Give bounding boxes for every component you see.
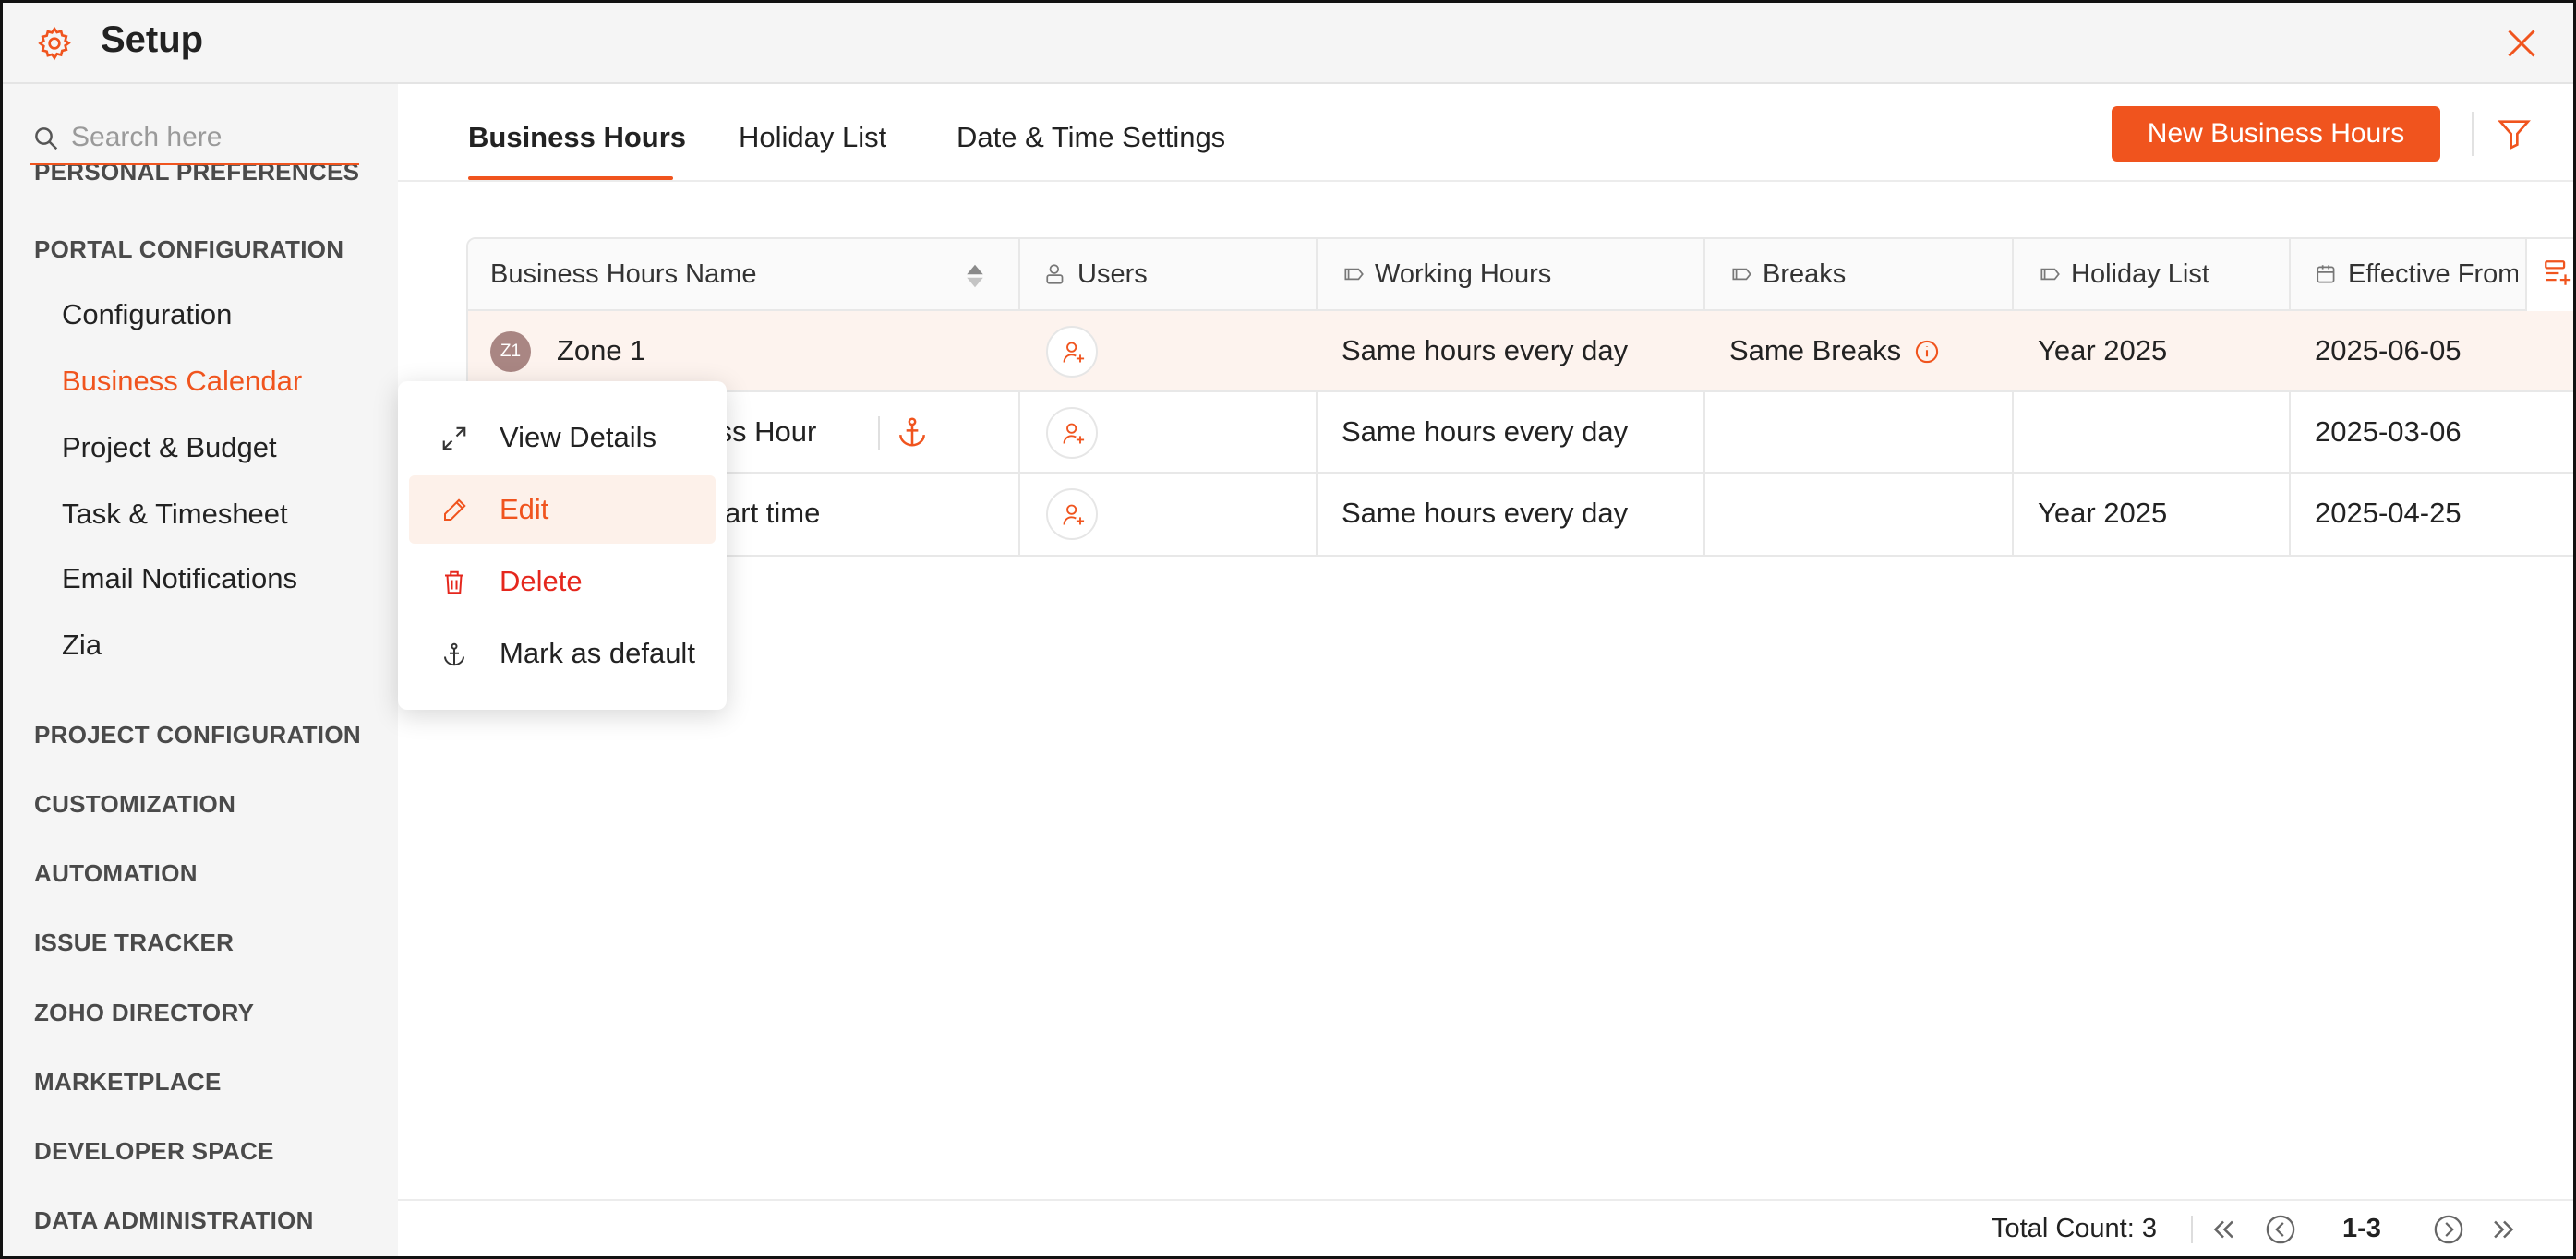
trash-icon [445, 570, 463, 594]
effective-from-value: 2025-06-05 [2315, 334, 2462, 366]
menu-item-delete[interactable]: Delete [409, 547, 716, 616]
sidebar-item-configuration[interactable]: Configuration [62, 298, 232, 331]
tab-bar: Business Hours Holiday List Date & Time … [398, 84, 2573, 182]
sidebar-item-zia[interactable]: Zia [62, 629, 102, 662]
tab-date-time-settings[interactable]: Date & Time Settings [957, 121, 1225, 154]
gear-icon [38, 26, 71, 61]
holiday-list-value: Year 2025 [2038, 334, 2168, 366]
add-user-icon [1063, 423, 1085, 444]
sidebar-heading-issue-tracker[interactable]: ISSUE TRACKER [34, 929, 234, 957]
sidebar-heading-marketplace[interactable]: MARKETPLACE [34, 1068, 222, 1097]
working-hours-value: Same hours every day [1342, 415, 1629, 448]
sidebar-heading-data-administration[interactable]: DATA ADMINISTRATION [34, 1206, 314, 1235]
anchor-icon [444, 642, 464, 666]
app-window: Setup PERSONAL PREFERENCES PORTAL CONFIG… [0, 0, 2576, 1259]
table-row[interactable]: ness Hour Same hours every day 2025-03-0… [468, 392, 2573, 474]
effective-from-value: 2025-04-25 [2315, 497, 2462, 529]
column-header-users[interactable]: Users [1044, 239, 1321, 311]
table-row[interactable]: art time Same hours every day Year 2025 … [468, 474, 2573, 555]
users-column-icon [1046, 264, 1064, 284]
menu-item-view-details[interactable]: View Details [409, 403, 716, 472]
working-hours-value: Same hours every day [1342, 334, 1629, 366]
add-user-icon [1063, 342, 1085, 363]
expand-icon [442, 426, 466, 450]
sidebar-search [30, 112, 359, 165]
filter-icon[interactable] [2496, 115, 2533, 152]
tag-icon [1732, 268, 1751, 281]
last-page-icon[interactable] [2488, 1214, 2520, 1245]
breaks-value: Same Breaks [1729, 334, 1902, 366]
calendar-icon [2317, 265, 2335, 283]
column-header-working-hours[interactable]: Working Hours [1342, 239, 1711, 311]
cell-divider [878, 416, 880, 450]
add-user-icon [1063, 504, 1085, 525]
holiday-list-value: Year 2025 [2038, 497, 2168, 529]
search-input[interactable] [71, 115, 348, 160]
toolbar-divider [2472, 112, 2474, 156]
column-header-holiday-list[interactable]: Holiday List [2038, 239, 2296, 311]
footer-divider [2191, 1216, 2193, 1243]
column-header-name[interactable]: Business Hours Name [490, 239, 989, 311]
sidebar-heading-portal-configuration[interactable]: PORTAL CONFIGURATION [34, 235, 343, 264]
add-column-button[interactable] [2525, 239, 2573, 311]
previous-page-icon[interactable] [2265, 1214, 2296, 1245]
sort-icon[interactable] [965, 263, 985, 289]
avatar: Z1 [490, 331, 531, 372]
assign-users-button[interactable] [1046, 488, 1098, 540]
effective-from-value: 2025-03-06 [2315, 415, 2462, 448]
sidebar-item-business-calendar[interactable]: Business Calendar [62, 365, 302, 398]
info-icon[interactable] [1914, 339, 1940, 365]
page-range: 1-3 [2342, 1214, 2381, 1243]
table-header: Business Hours Name Users Working Hours … [468, 239, 2573, 311]
tab-business-hours[interactable]: Business Hours [468, 121, 686, 154]
menu-item-edit[interactable]: Edit [409, 475, 716, 544]
pencil-icon [444, 498, 466, 521]
sidebar-item-email-notifications[interactable]: Email Notifications [62, 562, 297, 595]
tab-holiday-list[interactable]: Holiday List [739, 121, 886, 154]
total-count: Total Count: 3 [1992, 1214, 2157, 1243]
menu-item-mark-as-default[interactable]: Mark as default [409, 619, 716, 688]
business-hours-table: Business Hours Name Users Working Hours … [466, 237, 2573, 557]
assign-users-button[interactable] [1046, 326, 1098, 378]
active-tab-indicator [468, 176, 673, 180]
sidebar-item-task-timesheet[interactable]: Task & Timesheet [62, 498, 288, 531]
table-row[interactable]: Z1 Zone 1 Same hours every day Same Brea… [468, 311, 2573, 392]
sidebar-heading-automation[interactable]: AUTOMATION [34, 859, 198, 888]
working-hours-value: Same hours every day [1342, 497, 1629, 529]
business-hours-name[interactable]: art time [725, 474, 820, 553]
page-title: Setup [101, 19, 204, 60]
tag-icon [2040, 268, 2060, 281]
business-hours-name[interactable]: Zone 1 [557, 311, 646, 390]
pagination-footer: Total Count: 3 1-3 [398, 1199, 2573, 1256]
row-context-menu: View Details Edit Delete Mark as default [398, 381, 727, 710]
new-business-hours-button[interactable]: New Business Hours [2112, 106, 2440, 162]
add-column-icon [2545, 260, 2571, 285]
first-page-icon[interactable] [2208, 1214, 2239, 1245]
sidebar-item-project-budget[interactable]: Project & Budget [62, 431, 277, 464]
sidebar-heading-project-configuration[interactable]: PROJECT CONFIGURATION [34, 721, 361, 749]
assign-users-button[interactable] [1046, 407, 1098, 459]
sidebar-heading-customization[interactable]: CUSTOMIZATION [34, 790, 235, 819]
next-page-icon[interactable] [2433, 1214, 2464, 1245]
tag-icon [1344, 268, 1364, 281]
setup-header: Setup [3, 3, 2573, 84]
sidebar-heading-personal-preferences[interactable]: PERSONAL PREFERENCES [34, 165, 359, 195]
column-header-breaks[interactable]: Breaks [1729, 239, 2025, 311]
search-icon [35, 127, 58, 150]
close-icon[interactable] [2505, 27, 2538, 60]
sidebar: PERSONAL PREFERENCES PORTAL CONFIGURATIO… [3, 84, 398, 1256]
sidebar-heading-developer-space[interactable]: DEVELOPER SPACE [34, 1137, 274, 1166]
column-header-effective-from[interactable]: Effective From [2315, 239, 2518, 311]
default-anchor-icon [899, 417, 925, 447]
sidebar-heading-zoho-directory[interactable]: ZOHO DIRECTORY [34, 999, 254, 1027]
